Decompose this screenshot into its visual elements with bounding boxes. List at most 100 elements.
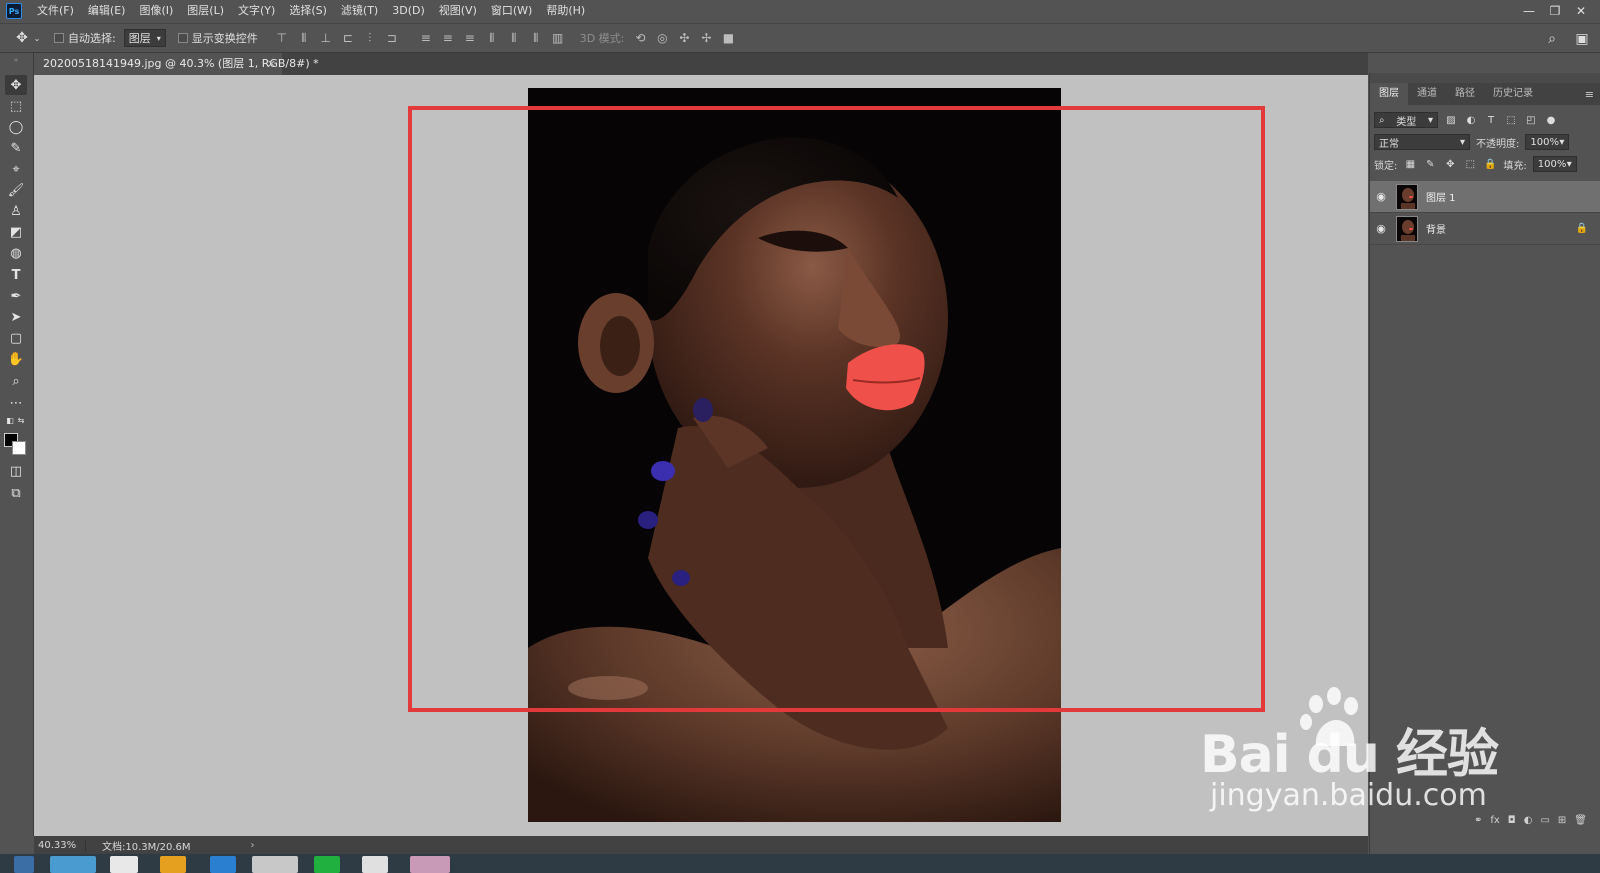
3d-scale-icon[interactable]: ■ — [718, 29, 738, 47]
menu-3d[interactable]: 3D(D) — [385, 0, 432, 22]
type-tool-icon[interactable]: T — [5, 265, 27, 285]
distribute-right-icon[interactable]: ⦀ — [526, 29, 546, 47]
taskbar-app[interactable] — [362, 856, 388, 873]
menu-filter[interactable]: 滤镜(T) — [334, 0, 385, 22]
taskbar-app[interactable] — [50, 856, 96, 873]
menu-view[interactable]: 视图(V) — [432, 0, 484, 22]
taskbar-app[interactable] — [110, 856, 138, 873]
align-right-icon[interactable]: ⊐ — [382, 29, 402, 47]
hand-tool-icon[interactable]: ✋ — [5, 349, 27, 369]
tab-channels[interactable]: 通道 — [1408, 83, 1446, 105]
3d-pan-icon[interactable]: ✣ — [674, 29, 694, 47]
zoom-tool-icon[interactable]: ⌕ — [5, 371, 27, 391]
search-icon[interactable]: ⌕ — [1542, 29, 1562, 49]
show-transform-checkbox[interactable] — [177, 33, 188, 43]
opacity-field[interactable]: 100% ▾ — [1525, 134, 1570, 150]
filter-smart-object-icon[interactable]: ◰ — [1524, 115, 1538, 126]
taskbar-app[interactable] — [252, 856, 298, 873]
layer-row[interactable]: ◉ 图层 1 — [1370, 181, 1600, 213]
distribute-top-icon[interactable]: ≡ — [416, 29, 436, 47]
chevron-down-icon[interactable]: ⌄ — [32, 28, 42, 48]
auto-select-checkbox[interactable] — [54, 33, 64, 43]
new-layer-icon[interactable]: ⊞ — [1558, 815, 1566, 826]
distribute-bottom-icon[interactable]: ≡ — [460, 29, 480, 47]
menu-help[interactable]: 帮助(H) — [539, 0, 592, 22]
lock-artboard-icon[interactable]: ⬚ — [1463, 159, 1477, 170]
distribute-hcenter-icon[interactable]: ⦀ — [504, 29, 524, 47]
marquee-tool-icon[interactable]: ⬚ — [5, 96, 27, 116]
new-group-icon[interactable]: ▭ — [1540, 815, 1549, 826]
panel-menu-icon[interactable]: ≡ — [1585, 88, 1594, 101]
lasso-tool-icon[interactable]: ◯ — [5, 117, 27, 137]
quick-mask-icon[interactable]: ◫ — [5, 461, 27, 481]
lock-all-icon[interactable]: 🔒 — [1483, 159, 1497, 170]
tab-layers[interactable]: 图层 — [1370, 83, 1408, 105]
auto-align-icon[interactable]: ▥ — [548, 29, 568, 47]
align-top-icon[interactable]: ⊤ — [272, 29, 292, 47]
zoom-level[interactable]: 40.33% — [34, 839, 86, 851]
distribute-vcenter-icon[interactable]: ≡ — [438, 29, 458, 47]
layer-row[interactable]: ◉ 背景 🔒 — [1370, 213, 1600, 245]
auto-select-dropdown[interactable]: 图层 ▾ — [123, 29, 166, 47]
taskbar-app[interactable] — [314, 856, 340, 873]
delete-layer-icon[interactable]: 🗑 — [1574, 815, 1587, 826]
brush-tool-icon[interactable]: 🖌 — [5, 180, 27, 200]
menu-select[interactable]: 选择(S) — [282, 0, 334, 22]
align-left-icon[interactable]: ⊏ — [338, 29, 358, 47]
3d-rotate-icon[interactable]: ⟲ — [630, 29, 650, 47]
status-menu-arrow[interactable]: › — [251, 840, 255, 851]
auto-select-option[interactable]: 自动选择: — [54, 30, 116, 46]
blend-mode-dropdown[interactable]: 正常 ▾ — [1374, 134, 1470, 150]
filter-toggle-icon[interactable]: ● — [1544, 115, 1558, 126]
workspace-icon[interactable]: ▣ — [1572, 29, 1592, 49]
dodge-tool-icon[interactable]: ◍ — [5, 243, 27, 263]
align-hcenter-icon[interactable]: ⫶ — [360, 29, 380, 47]
screen-mode-icon[interactable]: ⧉ — [5, 483, 27, 503]
adjustment-layer-icon[interactable]: ◐ — [1524, 815, 1533, 826]
3d-slide-icon[interactable]: ✢ — [696, 29, 716, 47]
taskbar-app[interactable] — [410, 856, 450, 873]
distribute-left-icon[interactable]: ⦀ — [482, 29, 502, 47]
background-color-swatch[interactable] — [12, 441, 26, 455]
menu-type[interactable]: 文字(Y) — [231, 0, 282, 22]
filter-pixel-icon[interactable]: ▨ — [1444, 115, 1458, 126]
restore-icon[interactable]: ❐ — [1542, 0, 1568, 22]
stamp-tool-icon[interactable]: ♙ — [5, 201, 27, 221]
lock-position-icon[interactable]: ✥ — [1443, 159, 1457, 170]
filter-shape-icon[interactable]: ⬚ — [1504, 115, 1518, 126]
swap-colors-icon[interactable]: ⇆ — [16, 415, 26, 425]
eraser-tool-icon[interactable]: ◩ — [5, 222, 27, 242]
quick-select-tool-icon[interactable]: ✎ — [5, 138, 27, 158]
add-mask-icon[interactable]: ◘ — [1508, 815, 1516, 826]
menu-image[interactable]: 图像(I) — [132, 0, 180, 22]
taskbar-app[interactable] — [210, 856, 236, 873]
3d-roll-icon[interactable]: ◎ — [652, 29, 672, 47]
align-vcenter-icon[interactable]: ⫴ — [294, 29, 314, 47]
shape-tool-icon[interactable]: ▢ — [5, 328, 27, 348]
move-tool-icon[interactable]: ✥ — [12, 28, 32, 48]
path-select-tool-icon[interactable]: ➤ — [5, 307, 27, 327]
layer-filter-dropdown[interactable]: ⌕ 类型 ▾ — [1374, 112, 1438, 128]
lock-transparent-icon[interactable]: ▦ — [1403, 159, 1417, 170]
minimize-icon[interactable]: — — [1516, 0, 1542, 22]
more-tools-icon[interactable]: ⋯ — [5, 393, 27, 413]
tab-paths[interactable]: 路径 — [1446, 83, 1484, 105]
visibility-eye-icon[interactable]: ◉ — [1370, 190, 1392, 203]
move-tool-icon[interactable]: ✥ — [5, 75, 27, 95]
taskbar-app[interactable] — [160, 856, 186, 873]
tab-history[interactable]: 历史记录 — [1484, 83, 1542, 105]
toolbar-collapse-icon[interactable]: » — [5, 56, 27, 64]
canvas-area[interactable] — [34, 75, 1368, 836]
show-transform-option[interactable]: 显示变换控件 — [177, 30, 258, 46]
pen-tool-icon[interactable]: ✒ — [5, 286, 27, 306]
fill-field[interactable]: 100% ▾ — [1532, 156, 1577, 172]
close-tab-icon[interactable]: × — [267, 53, 276, 75]
default-colors-icon[interactable]: ◧ — [5, 415, 15, 425]
close-window-icon[interactable]: ✕ — [1568, 0, 1594, 22]
start-icon[interactable] — [14, 856, 34, 873]
menu-file[interactable]: 文件(F) — [30, 0, 81, 22]
filter-type-icon[interactable]: T — [1484, 115, 1498, 126]
document-tab[interactable]: 20200518141949.jpg @ 40.3% (图层 1, RGB/8#… — [34, 53, 319, 75]
menu-edit[interactable]: 编辑(E) — [81, 0, 133, 22]
align-bottom-icon[interactable]: ⊥ — [316, 29, 336, 47]
